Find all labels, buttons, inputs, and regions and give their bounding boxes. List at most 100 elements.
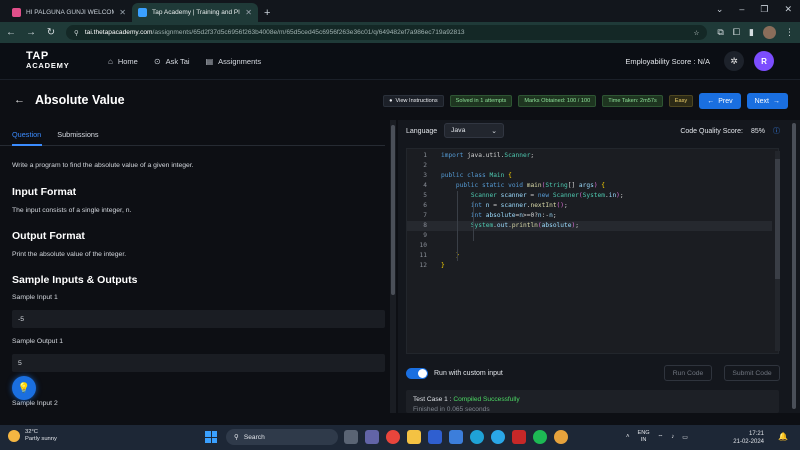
- taskbar-search[interactable]: ⚲ Search: [226, 429, 338, 445]
- edge-icon[interactable]: [470, 430, 484, 444]
- wifi-icon[interactable]: ⌔: [658, 433, 664, 441]
- line-number: 2: [423, 162, 427, 169]
- windows-start-icon[interactable]: [205, 431, 217, 443]
- view-instructions-button[interactable]: ● View Instructions: [383, 95, 444, 107]
- nav-ask-tai[interactable]: ⊙ Ask Tai: [154, 57, 190, 66]
- maximize-icon[interactable]: ❐: [760, 4, 768, 15]
- sidebar-icon[interactable]: ▮: [749, 27, 754, 38]
- line-number: 3: [423, 172, 427, 179]
- code-text: import java.util.Scanner;: [441, 152, 535, 159]
- tab-question[interactable]: Question: [12, 130, 41, 145]
- code-line[interactable]: 11 }: [407, 251, 772, 261]
- spotify-icon[interactable]: [533, 430, 547, 444]
- close-tab-icon[interactable]: ✕: [245, 8, 252, 17]
- volume-icon[interactable]: ♪: [671, 434, 674, 440]
- chrome-icon[interactable]: [386, 430, 400, 444]
- back-arrow-icon[interactable]: ←: [14, 94, 25, 106]
- language-select[interactable]: Java ⌄: [444, 123, 504, 138]
- time-badge: Time Taken: 2m57s: [602, 95, 663, 107]
- hint-button[interactable]: 💡: [12, 376, 36, 400]
- line-number: 7: [423, 212, 427, 219]
- bookmark-star-icon[interactable]: ☆: [693, 29, 699, 37]
- language-label: Language: [406, 128, 438, 135]
- taskbar-clock[interactable]: 17:21 21-02-2024: [733, 430, 764, 446]
- app-l-icon[interactable]: [428, 430, 442, 444]
- minimize-icon[interactable]: –: [739, 4, 744, 15]
- weather-widget[interactable]: 32°C Partly sunny: [8, 429, 57, 443]
- submit-code-button[interactable]: Submit Code: [724, 365, 780, 381]
- run-code-button[interactable]: Run Code: [664, 365, 712, 381]
- code-line[interactable]: 9: [407, 231, 772, 241]
- mcafee-icon[interactable]: [512, 430, 526, 444]
- search-label: Search: [243, 433, 265, 441]
- photos-icon[interactable]: [449, 430, 463, 444]
- clock-time: 17:21: [748, 431, 764, 437]
- code-line[interactable]: 12}: [407, 261, 772, 271]
- notification-bell-icon[interactable]: 🔔: [778, 432, 788, 441]
- app-nav: ⌂ Home ⊙ Ask Tai ▤ Assignments: [108, 57, 261, 66]
- back-arrow-icon[interactable]: ←: [6, 27, 16, 38]
- solved-badge: Solved in 1 attempts: [449, 95, 513, 107]
- code-line[interactable]: 10: [407, 241, 772, 251]
- code-line[interactable]: 8 System.out.println(absolute);: [407, 221, 772, 231]
- new-tab-icon[interactable]: +: [264, 7, 270, 19]
- editor-scrollbar[interactable]: [775, 151, 780, 351]
- tab-divider: [0, 145, 385, 146]
- code-line[interactable]: 7 int absolute=n>=0?n:-n;: [407, 211, 772, 221]
- problem-statement: Write a program to find the absolute val…: [12, 162, 194, 169]
- user-avatar[interactable]: R: [754, 51, 774, 71]
- scrollbar-thumb[interactable]: [792, 123, 796, 409]
- chevron-up-icon[interactable]: ˄: [626, 434, 630, 440]
- line-number: 8: [423, 222, 427, 229]
- lightbulb-icon: 💡: [17, 382, 31, 394]
- chevron-down-icon[interactable]: ⌄: [716, 4, 724, 15]
- close-tab-icon[interactable]: ✕: [119, 8, 126, 17]
- code-editor[interactable]: 1 import java.util.Scanner; 2 3 public class…: [406, 148, 780, 354]
- sample-output-1-value: 5: [12, 354, 385, 372]
- extensions-puzzle-icon[interactable]: ⧠: [733, 27, 740, 38]
- code-line[interactable]: 6 int n = scanner.nextInt();: [407, 201, 772, 211]
- code-line[interactable]: 5 Scanner scanner = new Scanner(System.i…: [407, 191, 772, 201]
- question-scrollbar[interactable]: [390, 120, 396, 413]
- browser-tab-welcome[interactable]: HI PALGUNA GUNJI WELCOME ✕: [6, 3, 132, 22]
- extension-icon[interactable]: ⧉: [717, 27, 723, 38]
- code-text: Scanner scanner = new Scanner(System.in)…: [470, 192, 624, 199]
- profile-avatar[interactable]: [763, 26, 776, 39]
- temperature: 32°C: [25, 429, 38, 435]
- toggle-knob: [418, 368, 427, 378]
- code-line[interactable]: 3 public class Main {: [407, 171, 772, 181]
- extensions-area: ⧉ ⧠ ▮ ⋮: [717, 26, 794, 39]
- scrollbar-thumb[interactable]: [775, 159, 780, 279]
- bug-report-button[interactable]: ✲: [724, 51, 744, 71]
- reload-icon[interactable]: ↻: [46, 27, 56, 38]
- custom-input-toggle[interactable]: [406, 367, 428, 379]
- battery-icon[interactable]: ▭: [682, 434, 688, 441]
- page-scrollbar[interactable]: [790, 120, 798, 413]
- code-line[interactable]: 2: [407, 161, 772, 171]
- chrome-active-icon[interactable]: [554, 430, 568, 444]
- info-icon[interactable]: ⓘ: [773, 126, 780, 136]
- scrollbar-thumb[interactable]: [391, 125, 395, 295]
- close-window-icon[interactable]: ✕: [784, 4, 792, 15]
- cortana-icon[interactable]: [491, 430, 505, 444]
- file-explorer-icon[interactable]: [407, 430, 421, 444]
- browser-tab-tap-academy[interactable]: Tap Academy | Training and Pl... ✕: [132, 3, 258, 22]
- code-line[interactable]: 1 import java.util.Scanner;: [407, 151, 772, 161]
- nav-home[interactable]: ⌂ Home: [108, 57, 138, 66]
- input-language[interactable]: ENG IN: [638, 430, 650, 444]
- code-line[interactable]: 4 public static void main(String[] args)…: [407, 181, 772, 191]
- task-view-icon[interactable]: [344, 430, 358, 444]
- teams-icon[interactable]: [365, 430, 379, 444]
- line-number: 6: [423, 202, 427, 209]
- prev-button[interactable]: ← Prev: [699, 93, 741, 109]
- address-bar[interactable]: ⚲ tai.thetapacademy.com/assignments/65d2…: [66, 25, 708, 40]
- indent-guide: [473, 201, 474, 241]
- forward-arrow-icon[interactable]: →: [26, 27, 36, 38]
- line-number: 1: [423, 152, 427, 159]
- nav-assignments[interactable]: ▤ Assignments: [206, 57, 262, 66]
- menu-dots-icon[interactable]: ⋮: [785, 27, 794, 38]
- tap-academy-logo[interactable]: TAP ACADEMY: [26, 51, 96, 71]
- tab-submissions[interactable]: Submissions: [57, 130, 98, 145]
- site-info-icon[interactable]: ⚲: [74, 29, 79, 37]
- next-button[interactable]: Next →: [746, 93, 788, 109]
